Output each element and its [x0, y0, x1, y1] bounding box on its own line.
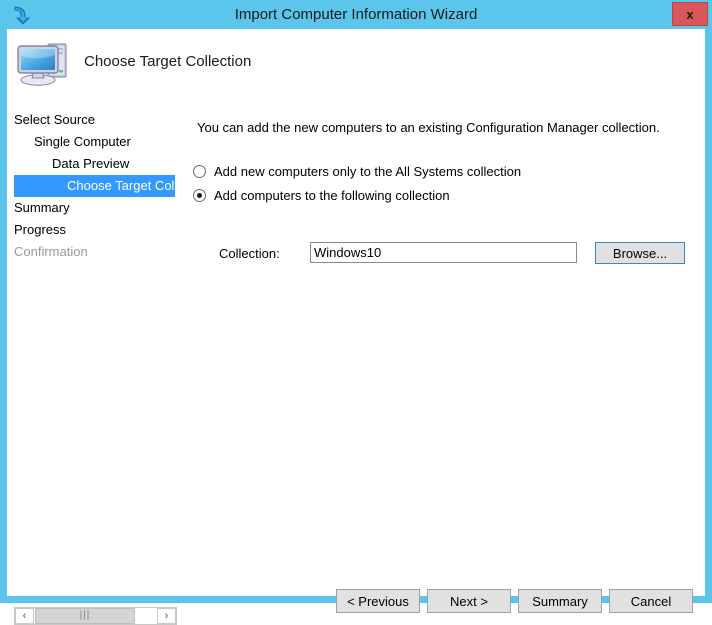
scroll-right-arrow-icon[interactable]: ›	[157, 608, 176, 624]
horizontal-scrollbar[interactable]: ‹ ||| ›	[14, 607, 177, 625]
wizard-window: Import Computer Information Wizard x Cho…	[0, 0, 712, 625]
radio-label-all-systems: Add new computers only to the All System…	[214, 164, 522, 179]
cancel-button[interactable]: Cancel	[609, 589, 693, 613]
radio-label-following-collection: Add computers to the following collectio…	[214, 188, 450, 203]
collection-label: Collection:	[219, 246, 280, 261]
scroll-left-arrow-icon[interactable]: ‹	[15, 608, 34, 624]
close-button[interactable]: x	[672, 2, 708, 26]
browse-button[interactable]: Browse...	[595, 242, 685, 264]
summary-button[interactable]: Summary	[518, 589, 602, 613]
scrollbar-thumb[interactable]: |||	[35, 608, 135, 624]
close-icon: x	[686, 7, 694, 22]
radio-add-to-following-collection[interactable]: Add computers to the following collectio…	[193, 187, 450, 205]
title-bar: Import Computer Information Wizard x	[0, 0, 712, 29]
radio-indicator-unchecked	[193, 165, 206, 178]
radio-indicator-checked	[193, 189, 206, 202]
intro-text: You can add the new computers to an exis…	[197, 120, 660, 135]
next-button[interactable]: Next >	[427, 589, 511, 613]
collection-input[interactable]	[310, 242, 577, 263]
previous-button[interactable]: < Previous	[336, 589, 420, 613]
window-title: Import Computer Information Wizard	[234, 6, 478, 23]
client-area: Choose Target Collection Select Source S…	[7, 29, 705, 625]
radio-add-to-all-systems[interactable]: Add new computers only to the All System…	[193, 163, 521, 181]
main-content: You can add the new computers to an exis…	[7, 29, 705, 625]
